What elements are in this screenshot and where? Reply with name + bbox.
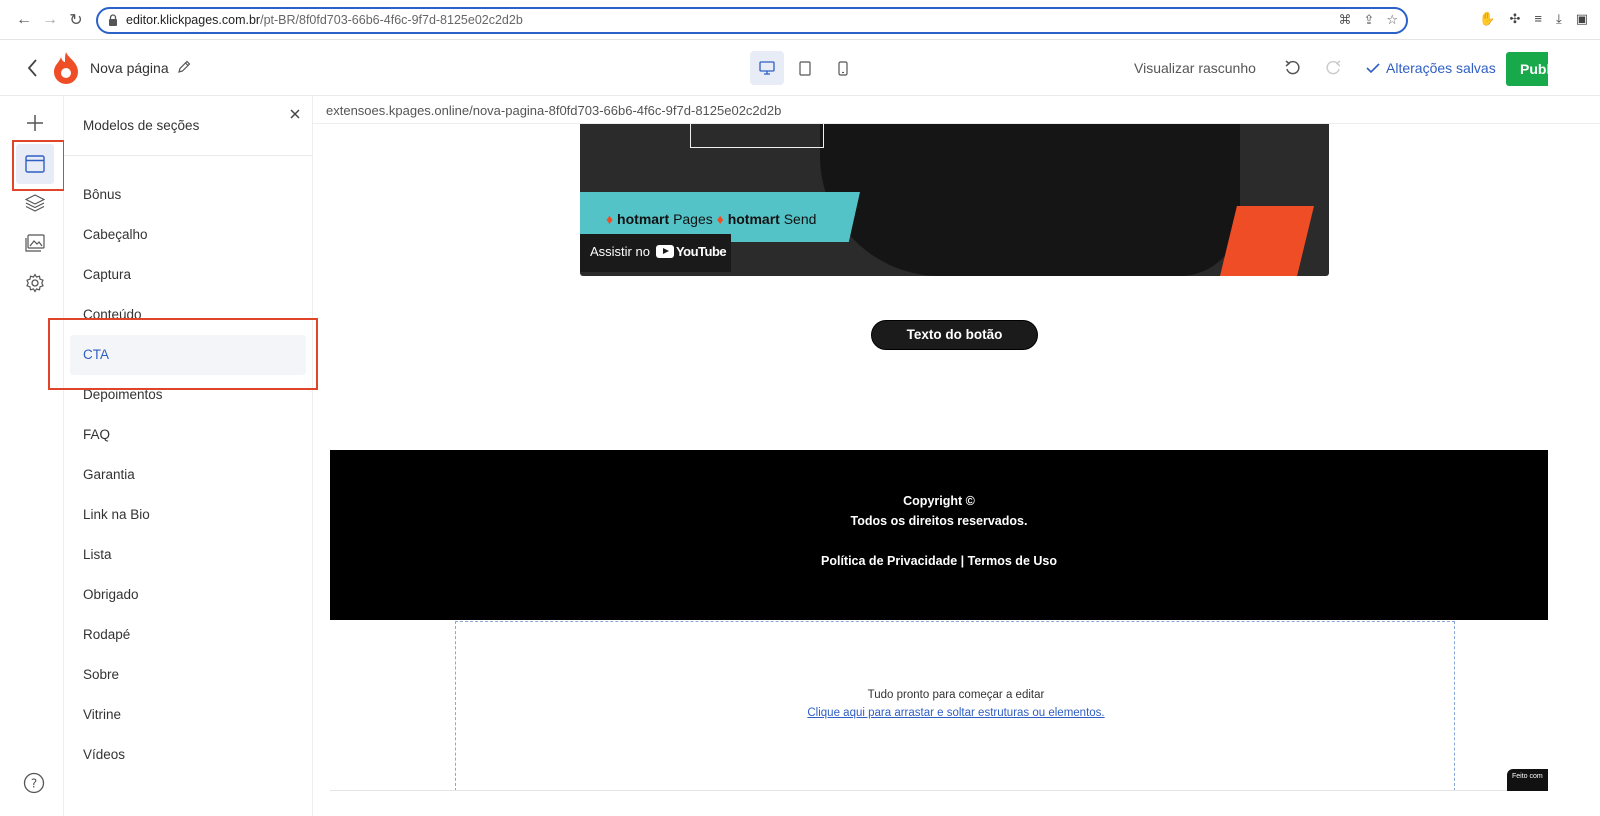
drop-zone-link[interactable]: Clique aqui para arrastar e soltar estru…: [456, 707, 1456, 719]
section-item-showcase[interactable]: Vitrine: [83, 707, 121, 722]
section-item-capture[interactable]: Captura: [83, 267, 131, 282]
sidebar-toggle-icon[interactable]: ▣: [1576, 11, 1588, 27]
drop-zone[interactable]: Tudo pronto para começar a editar Clique…: [455, 621, 1455, 791]
video-person: [820, 124, 1240, 276]
layers-icon: [25, 194, 45, 212]
section-item-link-in-bio[interactable]: Link na Bio: [83, 507, 150, 522]
section-item-about[interactable]: Sobre: [83, 667, 119, 682]
mobile-view-button[interactable]: [826, 51, 860, 85]
media-button[interactable]: [20, 228, 50, 258]
editor-header: Nova página Visualizar rascunho Alteraçõ…: [0, 40, 1600, 96]
section-item-header[interactable]: Cabeçalho: [83, 227, 148, 242]
desktop-view-button[interactable]: [750, 51, 784, 85]
add-element-button[interactable]: [20, 108, 50, 138]
panel-divider: [64, 155, 313, 156]
hotmart-logo-icon: [54, 52, 78, 84]
browser-toolbar: ← → ↻ editor.klickpages.com.br/pt-BR/8f0…: [0, 0, 1600, 40]
cta-highlight-box: [48, 318, 318, 390]
section-item-thanks[interactable]: Obrigado: [83, 587, 139, 602]
section-templates-panel: Modelos de seções Bônus Cabeçalho Captur…: [64, 96, 313, 816]
section-item-guarantee[interactable]: Garantia: [83, 467, 135, 482]
footer-rights: Todos os direitos reservados.: [850, 514, 1028, 528]
pencil-icon[interactable]: [176, 59, 192, 75]
back-arrow-icon[interactable]: ←: [14, 10, 34, 30]
page-footer[interactable]: Copyright © Todos os direitos reservados…: [330, 450, 1548, 620]
puzzle-icon[interactable]: ✣: [1509, 11, 1520, 27]
playlist-icon[interactable]: ≡: [1534, 11, 1542, 27]
flame-icon: ♦: [716, 211, 724, 227]
star-icon[interactable]: ☆: [1386, 12, 1398, 28]
panel-title: Modelos de seções: [83, 118, 200, 133]
watch-on-youtube-button[interactable]: Assistir no YouTube: [580, 234, 731, 272]
drop-zone-title: Tudo pronto para começar a editar: [867, 689, 1045, 701]
plus-icon: [27, 115, 43, 131]
check-icon: [1366, 63, 1380, 74]
tablet-view-button[interactable]: [788, 51, 822, 85]
video-embed[interactable]: ♦ hotmart Pages ♦ hotmart Send Assistir …: [580, 124, 1329, 276]
layers-button[interactable]: [20, 188, 50, 218]
svg-text:?: ?: [31, 777, 37, 791]
gear-icon: [26, 273, 44, 293]
section-item-footer[interactable]: Rodapé: [83, 627, 130, 642]
mobile-icon: [838, 60, 848, 76]
undo-icon[interactable]: [1283, 58, 1303, 78]
rail-highlight-box: [12, 140, 65, 191]
footer-copyright: Copyright ©: [903, 494, 975, 508]
device-switcher: [750, 51, 860, 85]
desktop-icon: [759, 61, 775, 75]
youtube-logo: YouTube: [655, 244, 727, 259]
close-icon[interactable]: [288, 107, 302, 121]
canvas-url: extensoes.kpages.online/nova-pagina-8f0f…: [326, 103, 782, 118]
youtube-play-icon: [655, 245, 674, 258]
url-text: editor.klickpages.com.br/pt-BR/8f0fd703-…: [126, 13, 523, 27]
share-icon[interactable]: ⇪: [1363, 12, 1374, 28]
redo-icon[interactable]: [1323, 58, 1343, 78]
reload-icon[interactable]: ↻: [66, 10, 86, 30]
lock-icon: [109, 14, 117, 26]
video-frame-line: [690, 124, 824, 148]
footer-links[interactable]: Política de Privacidade | Termos de Uso: [330, 554, 1548, 568]
left-rail: ?: [0, 96, 65, 816]
preview-draft-button[interactable]: Visualizar rascunho: [1134, 60, 1256, 76]
section-item-bonus[interactable]: Bônus: [83, 187, 121, 202]
tablet-icon: [799, 60, 811, 76]
translate-icon[interactable]: ⌘: [1338, 12, 1351, 28]
flame-icon: ♦: [606, 211, 614, 227]
banner-text: ♦ hotmart Pages ♦ hotmart Send: [606, 211, 817, 227]
section-item-videos[interactable]: Vídeos: [83, 747, 125, 762]
cta-button[interactable]: Texto do botão: [871, 320, 1038, 350]
image-gallery-icon: [25, 234, 45, 252]
publish-button[interactable]: Publicar: [1506, 52, 1548, 86]
settings-button[interactable]: [20, 268, 50, 298]
canvas-bottom-line: [330, 790, 1548, 791]
back-chevron-icon[interactable]: [24, 57, 42, 79]
made-with-badge[interactable]: Feito com: [1507, 769, 1548, 791]
download-icon[interactable]: ⤓: [1556, 11, 1562, 27]
forward-arrow-icon[interactable]: →: [40, 10, 60, 30]
section-item-faq[interactable]: FAQ: [83, 427, 110, 442]
help-icon[interactable]: ?: [23, 772, 45, 794]
address-bar[interactable]: editor.klickpages.com.br/pt-BR/8f0fd703-…: [96, 7, 1408, 34]
section-item-list[interactable]: Lista: [83, 547, 112, 562]
extension-hand-icon[interactable]: ✋: [1479, 11, 1495, 27]
page-title[interactable]: Nova página: [90, 60, 169, 76]
saved-status: Alterações salvas: [1366, 60, 1496, 76]
